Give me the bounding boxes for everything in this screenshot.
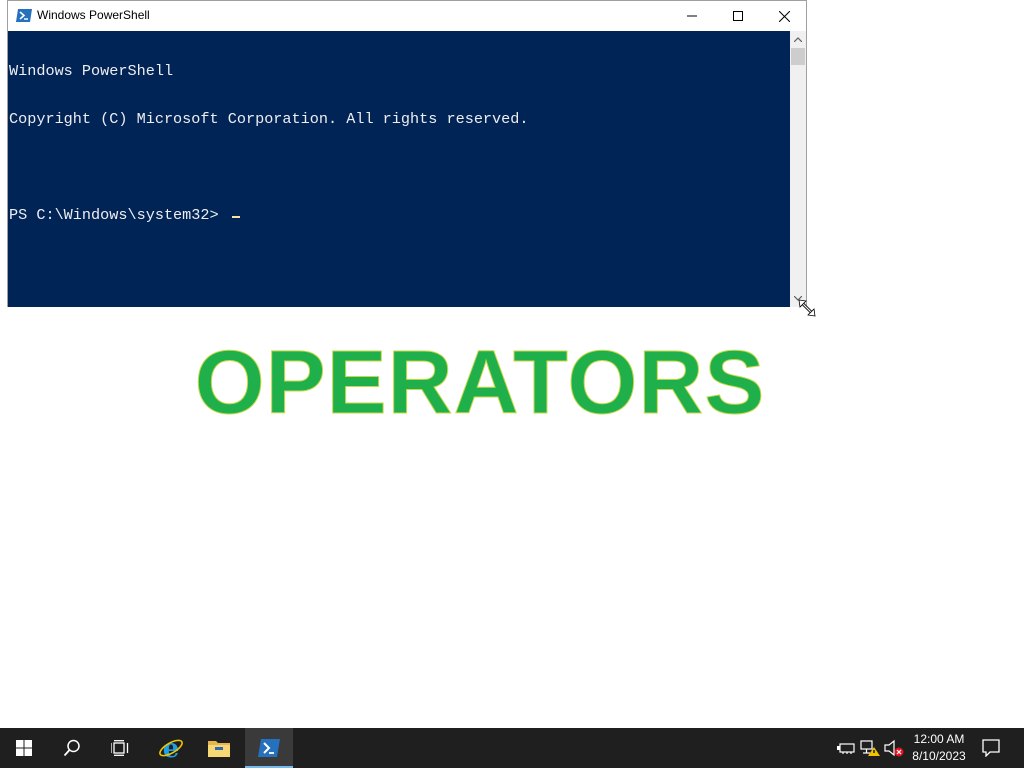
- minimize-icon: [687, 15, 697, 17]
- clock-time: 12:00 AM: [913, 732, 965, 746]
- clock-date: 8/10/2023: [912, 749, 966, 763]
- prompt-text: PS C:\Windows\system32>: [9, 206, 228, 224]
- file-explorer-button[interactable]: [195, 728, 243, 768]
- task-view-button[interactable]: [96, 728, 144, 768]
- network-warning-icon[interactable]: [860, 738, 880, 758]
- console-line: Windows PowerShell: [9, 62, 174, 80]
- resize-cursor-icon: [798, 299, 816, 317]
- task-view-icon: [111, 740, 129, 756]
- title-bar[interactable]: Windows PowerShell: [8, 1, 806, 31]
- action-center-icon: [982, 739, 1000, 757]
- desktop-heading: OPERATORS: [194, 333, 766, 434]
- maximize-icon: [733, 11, 743, 21]
- scroll-up-button[interactable]: [790, 31, 806, 48]
- folder-icon: [208, 741, 230, 757]
- close-icon: [778, 10, 790, 22]
- powershell-icon: [258, 739, 280, 757]
- internet-explorer-button[interactable]: e: [147, 728, 195, 768]
- console-output[interactable]: Windows PowerShell Copyright (C) Microso…: [8, 31, 790, 307]
- action-center-button[interactable]: [981, 738, 1001, 758]
- close-button[interactable]: [761, 1, 807, 31]
- window-title: Windows PowerShell: [37, 8, 150, 22]
- console-line: Copyright (C) Microsoft Corporation. All…: [9, 110, 529, 128]
- system-clock[interactable]: 12:00 AM 8/10/2023: [905, 731, 973, 765]
- svg-text:e: e: [163, 735, 180, 761]
- internet-explorer-icon: e: [159, 735, 183, 761]
- powershell-icon: [16, 9, 32, 22]
- minimize-button[interactable]: [669, 1, 715, 31]
- chevron-up-icon: [794, 37, 802, 42]
- taskbar: e 12:00 AM 8/10/2023: [0, 728, 1024, 768]
- powershell-window[interactable]: Windows PowerShell Windows PowerShell Co…: [7, 0, 807, 307]
- search-icon: [63, 739, 80, 757]
- start-button[interactable]: [0, 728, 48, 768]
- windows-logo-icon: [16, 740, 32, 756]
- prompt-line[interactable]: PS C:\Windows\system32>: [8, 207, 790, 223]
- text-cursor: [231, 216, 240, 218]
- powershell-taskbar-button[interactable]: [245, 728, 293, 768]
- scrollbar-thumb[interactable]: [791, 48, 805, 65]
- volume-muted-icon[interactable]: [884, 738, 904, 758]
- vertical-scrollbar[interactable]: [790, 31, 806, 307]
- search-button[interactable]: [48, 728, 96, 768]
- network-adapter-icon[interactable]: [836, 738, 856, 758]
- maximize-button[interactable]: [715, 1, 761, 31]
